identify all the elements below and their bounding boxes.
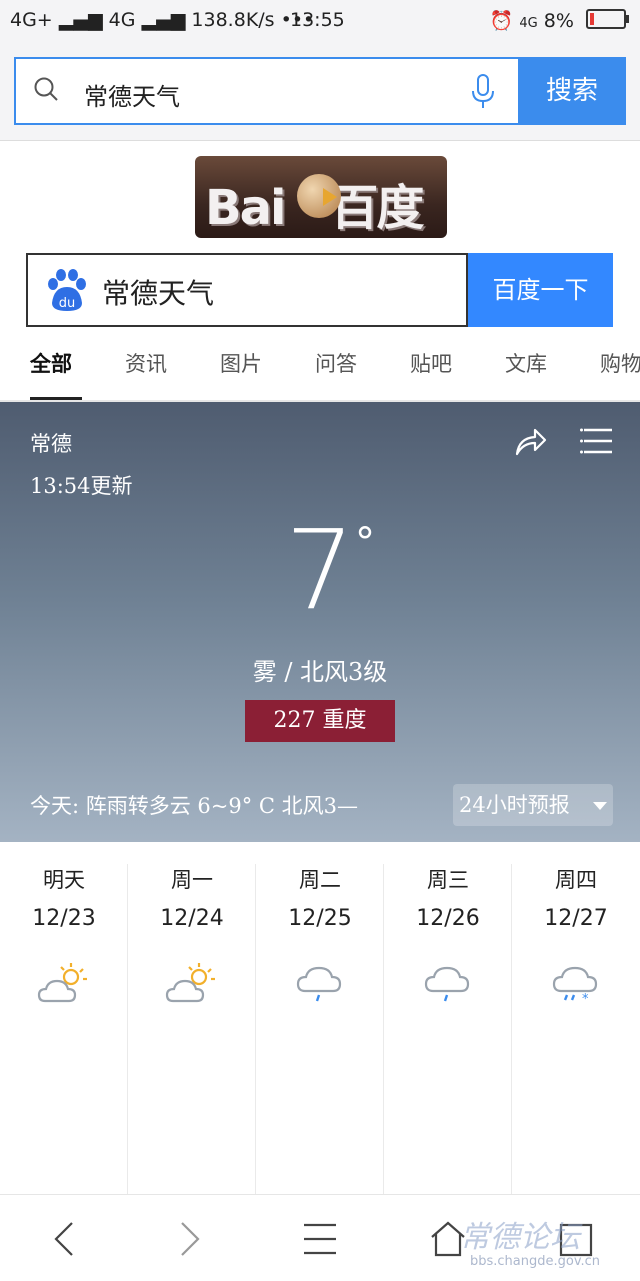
battery-percent: 8% <box>543 10 574 32</box>
forum-watermark: 常德论坛 <box>460 1220 580 1255</box>
forecast-date: 12/25 <box>288 906 352 931</box>
forecast-day[interactable]: 周二 12/25 <box>256 864 384 1194</box>
chevron-down-icon <box>593 802 607 810</box>
back-icon[interactable] <box>50 1219 76 1259</box>
menu-icon[interactable] <box>302 1219 338 1259</box>
forecast-date: 12/26 <box>416 906 480 931</box>
forecast-day[interactable]: 周三 12/26 <box>384 864 512 1194</box>
tab-images[interactable]: 图片 <box>220 348 262 378</box>
status-time: 13:55 <box>290 9 345 31</box>
svg-text:du: du <box>59 296 76 311</box>
tab-wenku[interactable]: 文库 <box>505 348 547 378</box>
current-temperature: 7 <box>285 506 355 634</box>
browser-search-button[interactable]: 搜索 <box>518 57 626 125</box>
search-tabs: 全部 资讯 图片 问答 贴吧 文库 购物 <box>0 340 640 400</box>
hourly-forecast-button[interactable]: 24小时预报 <box>453 784 613 826</box>
menu-icon[interactable] <box>580 426 612 456</box>
forecast-day-name: 周一 <box>171 868 213 892</box>
status-left: 4G+ ▂▄▆ 4G ▂▄▆ 138.8K/s ••• <box>10 9 314 31</box>
partly-cloudy-icon <box>165 963 215 1003</box>
forecast-day-name: 周四 <box>555 868 597 892</box>
network-label-3: 4G <box>519 16 538 31</box>
play-icon <box>323 188 337 206</box>
baidu-search-query: 常德天气 <box>102 277 215 310</box>
network-label-2: 4G <box>108 9 136 31</box>
light-rain-icon <box>424 966 470 1002</box>
forecast-day[interactable]: 明天 12/23 <box>0 864 128 1194</box>
microphone-icon[interactable] <box>470 73 496 111</box>
partly-cloudy-icon <box>37 963 87 1003</box>
daily-forecast: 明天 12/23 周一 12/24 周二 12/25 周三 12/26 周四 1… <box>0 842 640 1194</box>
weather-card[interactable]: 常德 13:54更新 7 ° 雾 / 北风3级 227 重度 今天: 阵雨转多云… <box>0 402 640 842</box>
network-speed: 138.8K/s <box>191 9 275 31</box>
share-icon[interactable] <box>513 424 547 458</box>
light-rain-icon <box>296 966 342 1002</box>
alarm-icon: ⏰ <box>489 10 514 32</box>
forecast-day-name: 周二 <box>299 868 341 892</box>
sleet-icon: * <box>552 966 598 1005</box>
status-bar: 4G+ ▂▄▆ 4G ▂▄▆ 138.8K/s ••• 13:55 ⏰ 4G 8… <box>0 0 640 44</box>
forum-watermark-url: bbs.changde.gov.cn <box>470 1254 601 1269</box>
tab-news[interactable]: 资讯 <box>125 348 167 378</box>
status-right: ⏰ 4G 8% <box>489 9 629 32</box>
today-summary: 今天: 阵雨转多云 6~9° C 北风3— <box>30 794 359 818</box>
forecast-date: 12/27 <box>544 906 608 931</box>
tab-qa[interactable]: 问答 <box>315 348 357 378</box>
browser-search-bar: 常德天气 搜索 <box>0 44 640 141</box>
forecast-day[interactable]: 周一 12/24 <box>128 864 256 1194</box>
degree-symbol: ° <box>355 520 375 566</box>
air-quality-badge[interactable]: 227 重度 <box>245 700 395 742</box>
baidu-search-input[interactable]: du 常德天气 <box>26 253 468 327</box>
svg-text:*: * <box>582 992 589 1005</box>
battery-icon <box>586 9 629 29</box>
forecast-day[interactable]: 周四 12/27 * <box>512 864 640 1194</box>
network-label-1: 4G+ <box>10 9 53 31</box>
forecast-date: 12/24 <box>160 906 224 931</box>
hourly-forecast-label: 24小时预报 <box>459 793 570 817</box>
baidu-doodle-logo[interactable]: Bai 百度 <box>195 156 447 238</box>
search-icon <box>34 77 58 101</box>
browser-search-input[interactable]: 常德天气 <box>14 57 518 125</box>
weather-updated-time: 13:54更新 <box>30 474 133 498</box>
signal-icon: ▂▄▆ <box>58 9 103 31</box>
tab-tieba[interactable]: 贴吧 <box>410 348 452 378</box>
tab-shopping[interactable]: 购物 <box>600 348 640 378</box>
tab-all[interactable]: 全部 <box>30 348 72 378</box>
forecast-date: 12/23 <box>32 906 96 931</box>
forecast-day-name: 周三 <box>427 868 469 892</box>
forecast-day-name: 明天 <box>43 868 85 892</box>
weather-city: 常德 <box>30 432 72 456</box>
weather-condition: 雾 / 北风3级 <box>252 658 388 686</box>
forward-icon[interactable] <box>178 1219 204 1259</box>
browser-search-query: 常德天气 <box>84 83 180 111</box>
baidu-search-button[interactable]: 百度一下 <box>468 253 613 327</box>
signal-icon: ▂▄▆ <box>141 9 186 31</box>
baidu-paw-icon: du <box>48 269 86 311</box>
